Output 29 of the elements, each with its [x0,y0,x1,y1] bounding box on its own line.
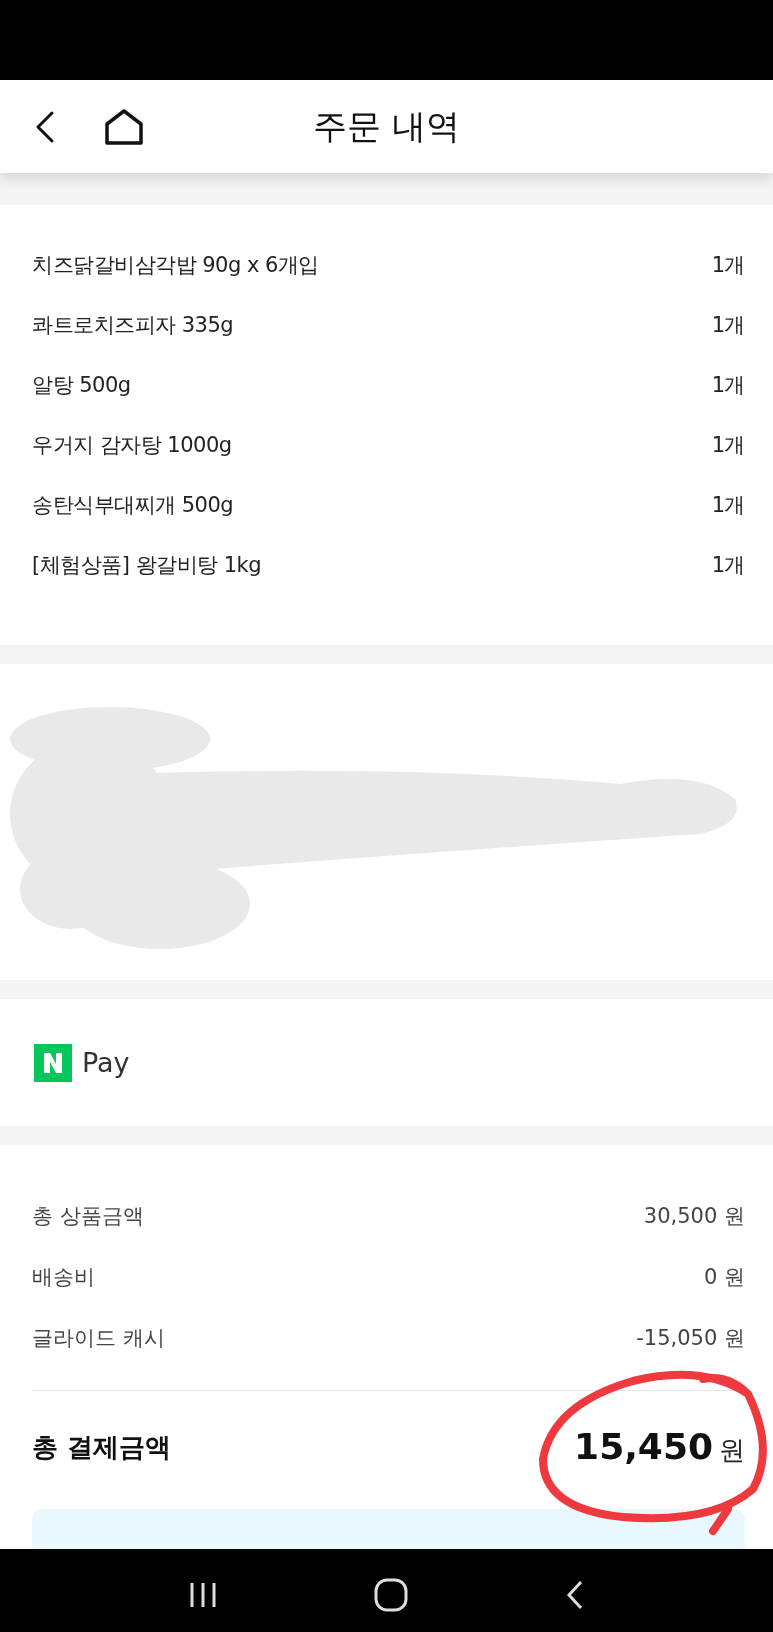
summary-value: 0 원 [703,1263,745,1291]
home-button-icon[interactable] [374,1578,409,1612]
total-unit: 원 [719,1434,745,1467]
total-amount: 15,450 [574,1426,713,1467]
page-title: 주문 내역 [313,104,460,148]
product-quantity: 1개 [711,372,745,399]
summary-label: 총 상품금액 [32,1202,144,1230]
summary-value: 30,500 원 [643,1202,745,1230]
back-icon[interactable] [34,109,56,144]
product-quantity: 1개 [711,492,745,519]
recent-apps-icon[interactable] [188,1581,219,1609]
product-name: [체험상품] 왕갈비탕 1kg [32,552,262,579]
product-quantity: 1개 [711,252,745,279]
product-quantity: 1개 [711,432,745,459]
product-name: 콰트로치즈피자 335g [32,312,234,339]
product-quantity: 1개 [711,552,745,579]
n-logo-icon [34,1043,72,1082]
back-icon[interactable] [564,1580,585,1610]
product-name: 우거지 감자탕 1000g [32,432,232,459]
product-name: 알탕 500g [32,372,131,399]
summary-label: 글라이드 캐시 [32,1324,165,1352]
product-name: 치즈닭갈비삼각밥 90g x 6개입 [32,252,319,279]
product-name: 송탄식부대찌개 500g [32,492,234,519]
summary-label: 배송비 [32,1263,95,1291]
total-label: 총 결제금액 [32,1430,172,1464]
product-quantity: 1개 [711,312,745,339]
payment-method: Pay [82,1047,130,1078]
home-icon[interactable] [104,107,144,146]
summary-value: -15,050 원 [636,1324,745,1352]
